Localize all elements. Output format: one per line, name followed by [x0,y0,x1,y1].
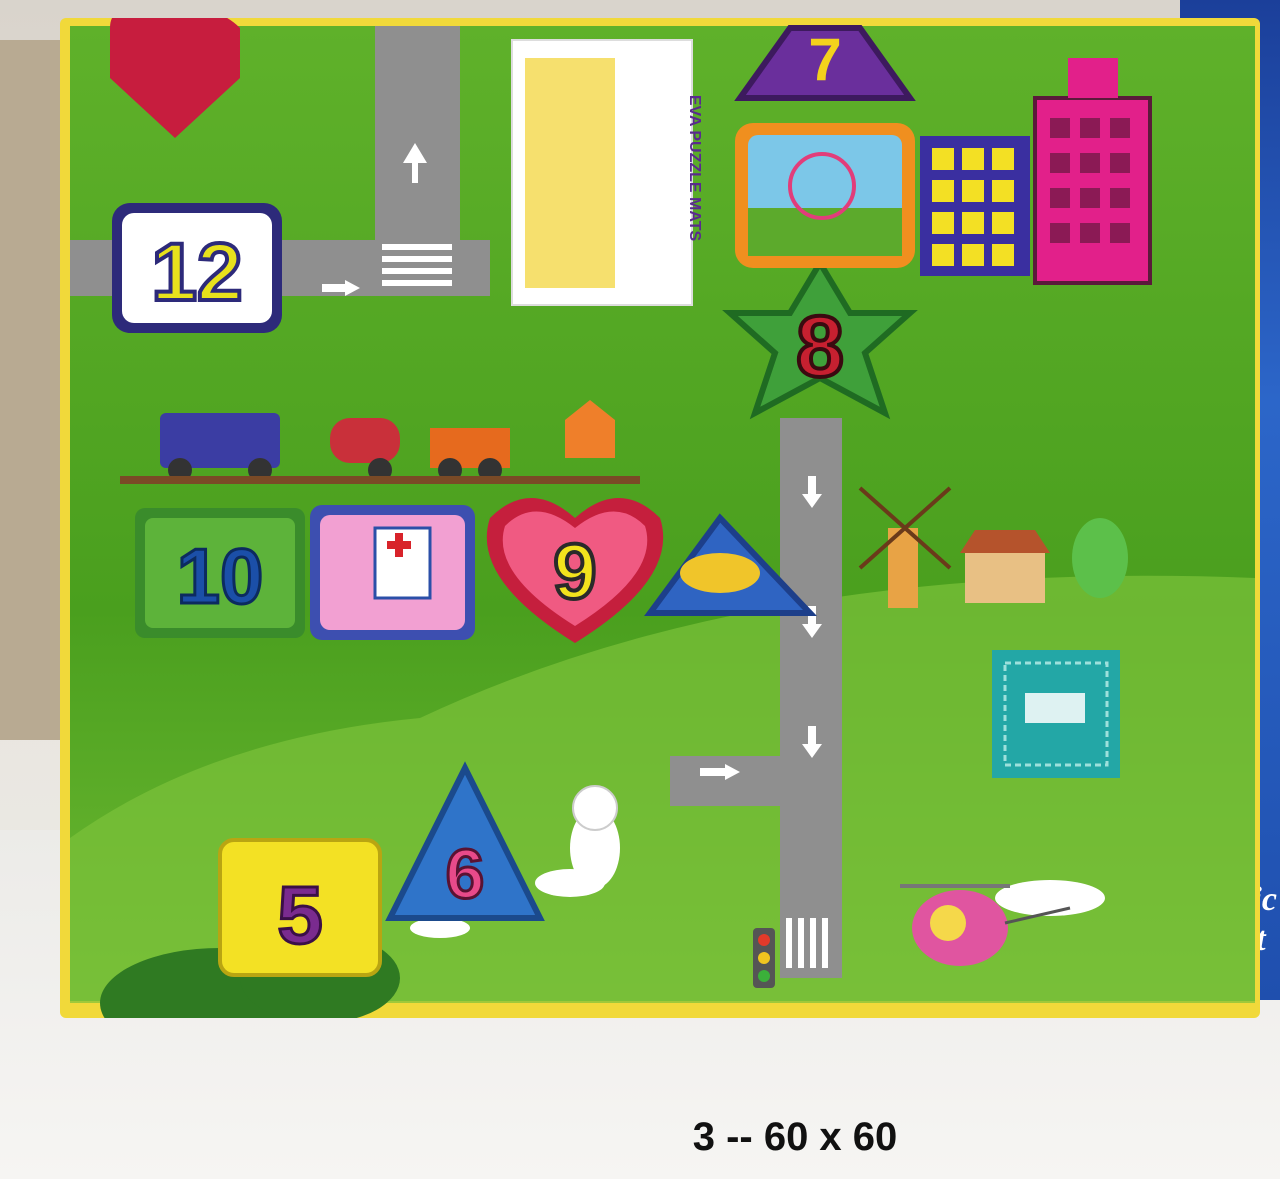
tile-ferris-wheel [735,123,915,268]
number-10: 10 [177,532,264,620]
seller-watermark [992,650,1120,778]
number-12: 12 [151,227,242,318]
road-horizontal-bottom [670,756,842,806]
size-caption: 3 -- 60 x 60 [0,1115,1280,1160]
number-9: 9 [553,527,596,615]
number-5: 5 [277,870,323,961]
label-card-title: EVA PUZZLE MATS [686,95,703,242]
traffic-light [753,928,775,988]
tile-12: 12 [112,203,282,333]
tile-5: 5 [218,838,382,977]
number-8: 8 [796,299,844,395]
cat [570,785,620,888]
size-caption-text: 3 -- 60 x 60 [692,1115,898,1159]
puzzle-mat: 12 10 9 8 7 5 6 EVA PUZZLE MATS [60,18,1260,1018]
tile-10: 10 [135,508,305,638]
number-7: 7 [808,26,841,93]
number-6: 6 [446,835,485,913]
product-label-card: EVA PUZZLE MATS [511,39,703,306]
tile-hospital [310,505,475,640]
